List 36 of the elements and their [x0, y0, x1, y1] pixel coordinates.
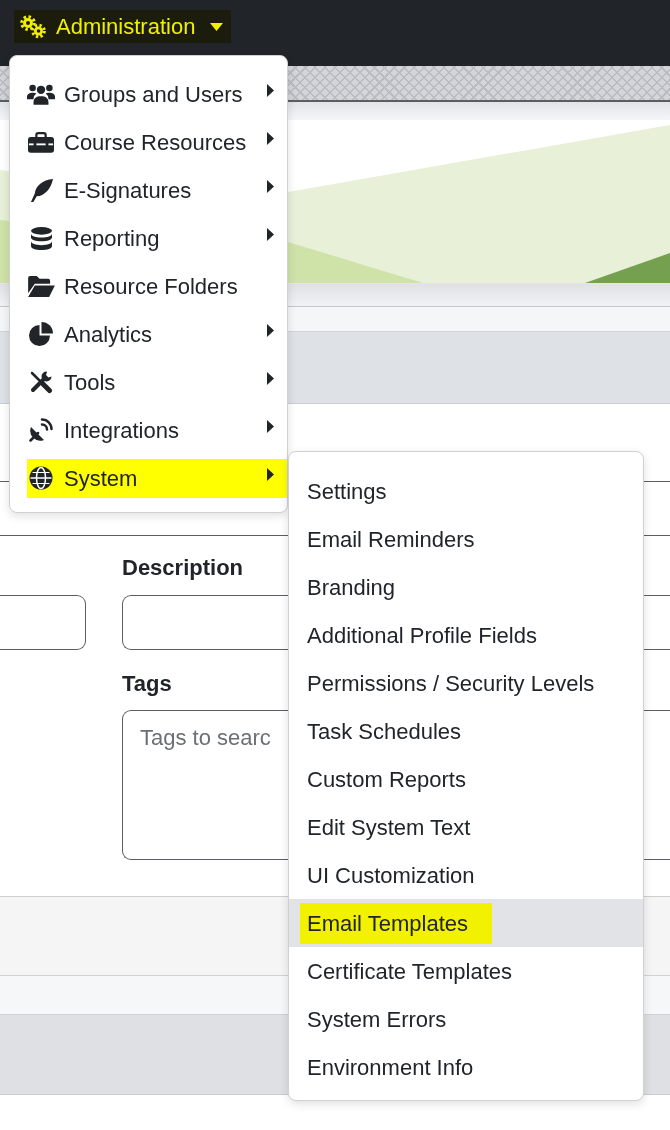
- gears-icon: [19, 14, 47, 39]
- submenu-item[interactable]: Environment Info: [289, 1043, 643, 1091]
- submenu-item[interactable]: Additional Profile Fields: [289, 611, 643, 659]
- folder-icon: [27, 275, 55, 297]
- wrench-screwdriver-icon: [29, 370, 53, 394]
- users-icon: [27, 83, 55, 105]
- administration-dropdown-toggle[interactable]: Administration: [14, 10, 232, 43]
- submenu-item[interactable]: Certificate Templates: [289, 947, 643, 995]
- field-label: Description: [122, 554, 244, 581]
- submenu-item[interactable]: Email Templates: [289, 899, 643, 947]
- satellite-dish-icon: [29, 418, 53, 442]
- submenu-item[interactable]: Email Reminders: [289, 515, 643, 563]
- submenu-item[interactable]: Branding: [289, 563, 643, 611]
- menu-item[interactable]: E-Signatures: [10, 166, 287, 214]
- menu-item[interactable]: Reporting: [10, 214, 287, 262]
- submenu-item[interactable]: Task Schedules: [289, 707, 643, 755]
- submenu-item[interactable]: Custom Reports: [289, 755, 643, 803]
- pie-chart-icon: [29, 322, 53, 346]
- menu-item[interactable]: Resource Folders: [10, 262, 287, 310]
- toolbox-icon: [28, 131, 54, 153]
- submenu-item[interactable]: UI Customization: [289, 851, 643, 899]
- submenu-item[interactable]: Edit System Text: [289, 803, 643, 851]
- submenu-item[interactable]: Permissions / Security Levels: [289, 659, 643, 707]
- menu-item[interactable]: Course Resources: [10, 118, 287, 166]
- database-icon: [30, 226, 52, 250]
- menu-item[interactable]: Tools: [10, 358, 287, 406]
- menu-item[interactable]: Integrations: [10, 406, 287, 454]
- caret-down-icon: [210, 22, 224, 31]
- input-field[interactable]: [0, 595, 86, 650]
- menu-item[interactable]: Analytics: [10, 310, 287, 358]
- field-label: Tags: [122, 670, 172, 697]
- feather-icon: [29, 178, 53, 202]
- submenu-item[interactable]: System Errors: [289, 995, 643, 1043]
- globe-icon: [29, 466, 53, 490]
- menu-item[interactable]: Groups and Users: [10, 70, 287, 118]
- submenu-item[interactable]: Settings: [289, 467, 643, 515]
